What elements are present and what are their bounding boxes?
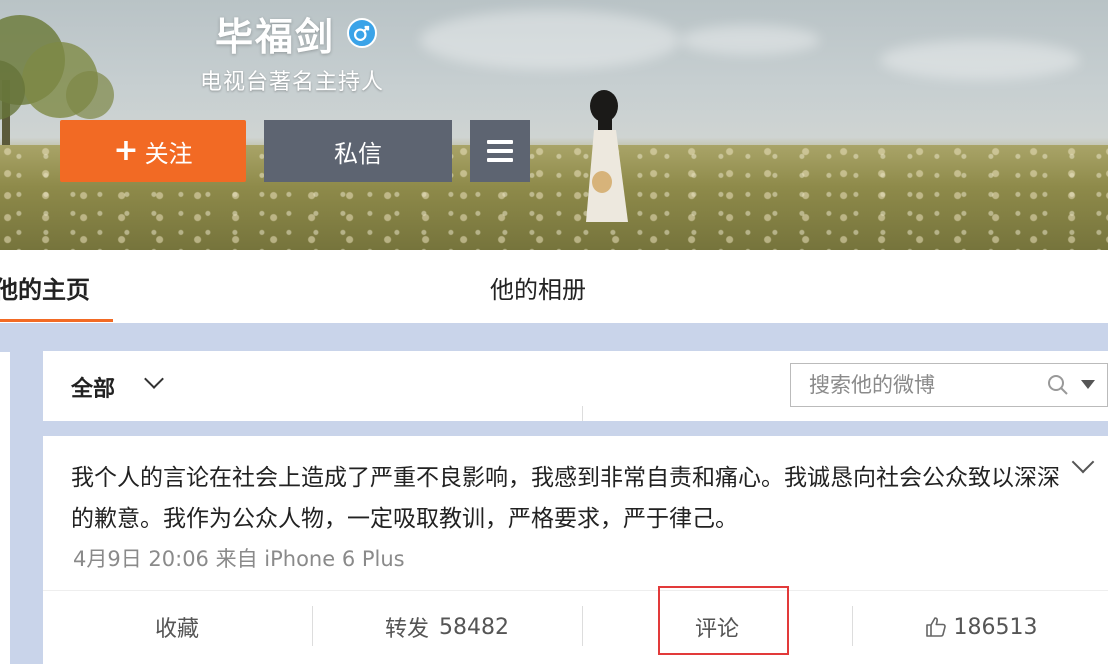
menu-icon [487, 140, 513, 162]
filter-dropdown[interactable]: 全部 [71, 371, 115, 403]
repost-label: 转发 [384, 617, 429, 642]
post-text: 我个人的言论在社会上造成了严重不良影响，我感到非常自责和痛心。我诚恳向社会公众致… [71, 465, 1060, 532]
post-meta: 4月9日 20:06 来自 iPhone 6 Plus [73, 547, 405, 571]
favorite-label: 收藏 [154, 617, 199, 642]
profile-tabs: 他的主页 他的相册 [0, 250, 1108, 323]
chevron-down-icon[interactable] [144, 369, 164, 389]
menu-button[interactable] [470, 120, 530, 182]
post-card: 我个人的言论在社会上造成了严重不良影响，我感到非常自责和痛心。我诚恳向社会公众致… [43, 436, 1108, 664]
message-label: 私信 [334, 139, 382, 168]
search-input[interactable] [791, 364, 1031, 406]
like-count: 186513 [953, 614, 1038, 640]
follow-button[interactable]: + 关注 [60, 120, 246, 182]
like-button[interactable]: 186513 [853, 590, 1108, 664]
left-column-edge [0, 352, 10, 664]
repost-count: 58482 [439, 614, 509, 640]
search-icon[interactable] [1047, 374, 1069, 396]
comment-highlight-box [658, 586, 789, 655]
search-box [790, 363, 1108, 407]
woman-figure [586, 90, 628, 222]
message-button[interactable]: 私信 [264, 120, 452, 182]
divider [582, 406, 583, 421]
post-options-chevron-icon[interactable] [1071, 450, 1095, 474]
thumbs-up-icon [925, 617, 946, 637]
tab-home[interactable]: 他的主页 [0, 270, 90, 305]
gender-male-icon [347, 18, 377, 48]
profile-name: 毕福剑 [215, 15, 336, 59]
plus-icon: + [113, 133, 139, 168]
repost-button[interactable]: 转发 58482 [313, 590, 581, 664]
favorite-button[interactable]: 收藏 [43, 590, 311, 664]
active-tab-indicator [0, 319, 113, 322]
feed-filter-bar: 全部 [43, 351, 1108, 421]
follow-label: 关注 [144, 139, 193, 168]
tab-album[interactable]: 他的相册 [490, 270, 586, 305]
caret-down-icon[interactable] [1081, 380, 1095, 389]
profile-description: 电视台著名主持人 [200, 70, 385, 95]
cover-banner: 毕福剑 电视台著名主持人 + 关注 私信 [0, 0, 1108, 250]
